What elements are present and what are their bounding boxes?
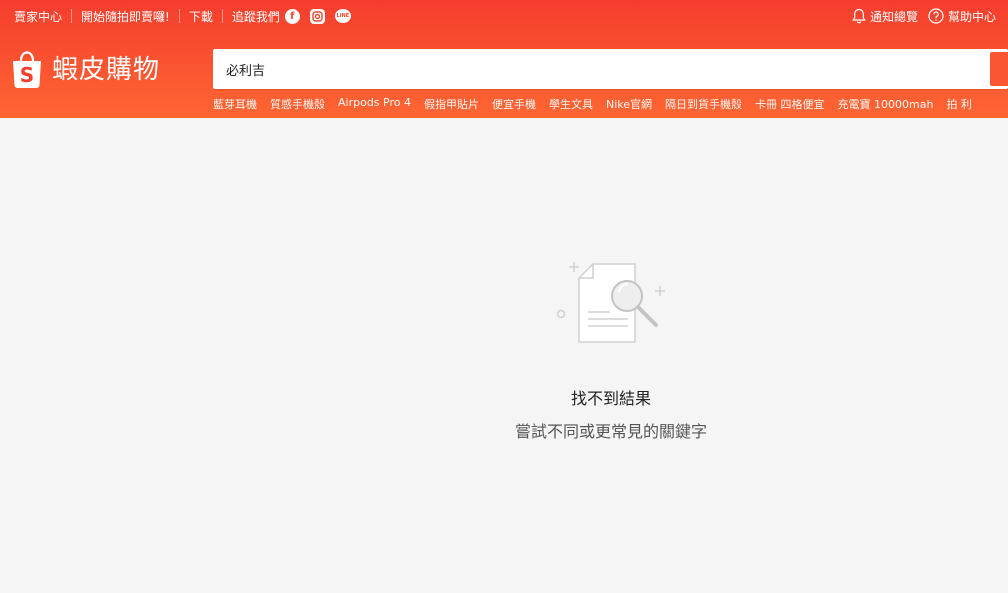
- suggestion-keyword[interactable]: 便宜手機: [492, 96, 536, 112]
- suggestion-keyword[interactable]: 學生文具: [549, 96, 593, 112]
- suggestion-keyword[interactable]: 假指甲貼片: [424, 96, 479, 112]
- help-center-label: 幫助中心: [947, 9, 996, 24]
- notifications-label: 通知總覽: [869, 9, 918, 24]
- no-results-title: 找不到結果: [570, 389, 651, 408]
- bell-icon: [852, 8, 866, 24]
- question-circle-icon: [928, 8, 944, 24]
- download-link[interactable]: 下載: [189, 8, 213, 25]
- suggestion-keyword[interactable]: 質感手機殼: [270, 96, 325, 112]
- top-navbar: 賣家中心 開始隨拍即賣囉! 下載 追蹤我們 f LINE 通知總覽 幫助中心: [0, 0, 1008, 32]
- suggestion-keyword[interactable]: 充電寶 10000mah: [838, 96, 934, 112]
- follow-us-label: 追蹤我們: [231, 9, 280, 24]
- suggestion-keyword[interactable]: Airpods Pro 4: [338, 96, 411, 112]
- start-selling-link[interactable]: 開始隨拍即賣囉!: [81, 8, 170, 25]
- search-bar: [213, 49, 1008, 89]
- top-navbar-left: 賣家中心 開始隨拍即賣囉! 下載 追蹤我們 f LINE: [14, 0, 351, 32]
- facebook-icon[interactable]: f: [284, 8, 300, 24]
- suggestion-keyword[interactable]: 拍 利: [946, 96, 972, 112]
- divider: [178, 9, 180, 23]
- help-center-link[interactable]: 幫助中心: [928, 8, 996, 25]
- notifications-link[interactable]: 通知總覽: [852, 8, 918, 25]
- top-navbar-right: 通知總覽 幫助中心: [842, 0, 996, 32]
- site-header: 賣家中心 開始隨拍即賣囉! 下載 追蹤我們 f LINE 通知總覽 幫助中心 S…: [0, 0, 1008, 118]
- search-input[interactable]: [213, 49, 988, 89]
- instagram-icon[interactable]: [309, 8, 325, 24]
- shopping-bag-icon: S: [13, 51, 41, 88]
- no-results-illustration: [556, 262, 665, 343]
- suggestion-keyword[interactable]: 隔日到貨手機殼: [665, 96, 742, 112]
- search-suggestions: 藍芽耳機 質感手機殼 Airpods Pro 4 假指甲貼片 便宜手機 學生文具 Nike官…: [213, 96, 1008, 112]
- divider: [71, 9, 73, 23]
- shopee-logo[interactable]: S 蝦皮購物: [11, 51, 160, 89]
- seller-center-link[interactable]: 賣家中心: [14, 8, 62, 25]
- suggestion-keyword[interactable]: 卡冊 四格便宜: [755, 96, 825, 112]
- suggestion-keyword[interactable]: Nike官網: [606, 96, 652, 112]
- divider: [221, 9, 223, 23]
- search-button[interactable]: [990, 52, 1008, 86]
- no-results-subtitle: 嘗試不同或更常見的關鍵字: [514, 422, 707, 441]
- brand-name: 蝦皮購物: [52, 55, 161, 85]
- line-app-icon[interactable]: LINE: [334, 9, 351, 23]
- logo-letter: S: [20, 63, 34, 87]
- social-links: f LINE: [284, 8, 351, 24]
- suggestion-keyword[interactable]: 藍芽耳機: [213, 96, 257, 112]
